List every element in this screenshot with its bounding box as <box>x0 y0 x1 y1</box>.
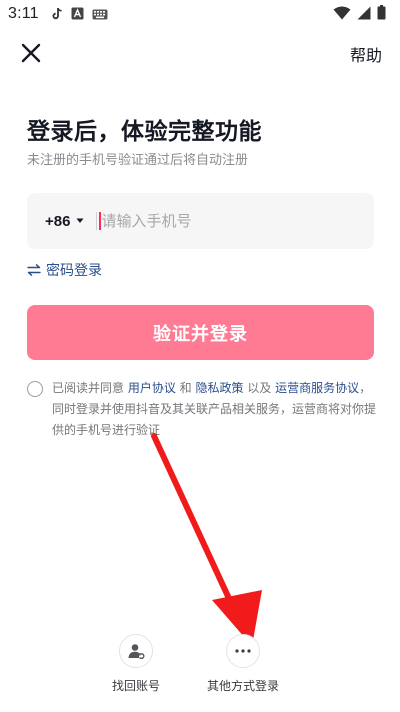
agreement-prefix: 已阅读并同意 <box>52 381 128 395</box>
close-button[interactable] <box>18 40 44 66</box>
tiktok-icon <box>51 5 63 24</box>
signal-icon <box>357 5 371 24</box>
other-login-option[interactable]: 其他方式登录 <box>207 634 279 694</box>
agreement-and2: 以及 <box>243 381 276 395</box>
keyboard-icon <box>92 5 108 24</box>
battery-icon <box>377 4 386 24</box>
help-link[interactable]: 帮助 <box>350 42 382 66</box>
top-bar: 帮助 <box>0 36 400 68</box>
a-badge-icon <box>71 5 84 24</box>
input-divider <box>96 212 98 230</box>
country-code: +86 <box>45 212 71 230</box>
recover-account-label: 找回账号 <box>112 679 161 693</box>
verify-login-button[interactable]: 验证并登录 <box>27 305 374 360</box>
close-icon <box>21 43 41 63</box>
status-bar: 3:11 <box>0 0 400 28</box>
agreement-checkbox[interactable] <box>27 381 43 397</box>
agreement-text: 已阅读并同意 用户协议 和 隐私政策 以及 运营商服务协议，同时登录并使用抖音及… <box>52 378 377 441</box>
verify-login-label: 验证并登录 <box>153 323 248 344</box>
user-recover-icon <box>128 644 145 660</box>
carrier-agreement-link[interactable]: 运营商服务协议 <box>275 381 359 395</box>
user-agreement-link[interactable]: 用户协议 <box>128 381 176 395</box>
agreement-section: 已阅读并同意 用户协议 和 隐私政策 以及 运营商服务协议，同时登录并使用抖音及… <box>27 378 377 441</box>
page-subtitle: 未注册的手机号验证通过后将自动注册 <box>27 153 249 168</box>
agreement-and: 和 <box>175 381 196 395</box>
country-code-selector[interactable]: +86 <box>45 213 84 230</box>
status-time: 3:11 <box>8 5 39 22</box>
annotation-arrow-shaft <box>151 433 241 621</box>
more-dots-icon <box>235 649 251 653</box>
phone-input-box: +86 <box>27 193 374 249</box>
status-right-icons <box>333 4 386 24</box>
other-login-label: 其他方式登录 <box>207 679 280 693</box>
wifi-icon <box>333 5 351 24</box>
page-title: 登录后，体验完整功能 <box>27 119 262 145</box>
password-login-label: 密码登录 <box>46 263 102 279</box>
status-left-icons <box>51 5 108 24</box>
other-login-icon-wrap <box>226 634 260 668</box>
recover-account-icon-wrap <box>119 634 153 668</box>
privacy-policy-link[interactable]: 隐私政策 <box>195 381 243 395</box>
phone-input[interactable] <box>101 206 332 236</box>
password-login-link[interactable]: 密码登录 <box>27 260 102 280</box>
swap-icon <box>27 264 41 276</box>
caret-down-icon <box>76 218 84 223</box>
recover-account-option[interactable]: 找回账号 <box>112 634 160 694</box>
